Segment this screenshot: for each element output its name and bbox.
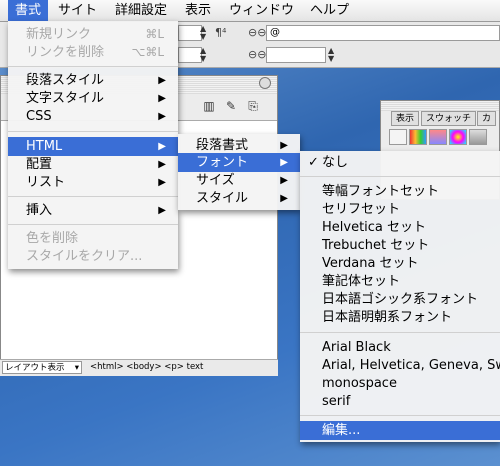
- menu-advanced[interactable]: 詳細設定: [108, 0, 174, 21]
- menu-help[interactable]: ヘルプ: [303, 0, 356, 21]
- menu-item-style[interactable]: スタイル ▶: [178, 189, 300, 208]
- panel-tab-swatch[interactable]: スウォッチ: [421, 111, 477, 126]
- menu-item-html[interactable]: HTML ▶: [8, 137, 178, 156]
- menu-divider: [300, 332, 500, 333]
- menu-item-font-option[interactable]: monospace: [300, 374, 500, 393]
- color-wheel-icon[interactable]: [449, 129, 467, 145]
- menu-item-font-option[interactable]: セリフセット: [300, 200, 500, 219]
- menu-item-font-option[interactable]: Arial, Helvetica, Geneva, Sw: [300, 356, 500, 375]
- menu-item-list[interactable]: リスト ▶: [8, 173, 178, 192]
- menu-item-font[interactable]: フォント ▶: [178, 153, 300, 172]
- menu-item-size[interactable]: サイズ ▶: [178, 171, 300, 190]
- chevron-right-icon: ▶: [280, 175, 288, 186]
- menu-divider: [8, 66, 178, 67]
- menu-divider: [300, 415, 500, 416]
- menu-item-font-option[interactable]: Helvetica セット: [300, 218, 500, 237]
- frame-icon[interactable]: ▥: [201, 98, 217, 114]
- menu-divider: [8, 131, 178, 132]
- menu-item-layout[interactable]: 配置 ▶: [8, 155, 178, 174]
- menu-site[interactable]: サイト: [51, 0, 104, 21]
- menu-item-new-link: 新規リンク ⌘L: [26, 27, 164, 42]
- checkmark-icon: ✓: [308, 155, 319, 170]
- menu-item-font-option[interactable]: Verdana セット: [300, 254, 500, 273]
- menu-item-font-option[interactable]: 等幅フォントセット: [300, 182, 500, 201]
- menu-divider: [300, 176, 500, 177]
- chevron-right-icon: ▶: [158, 75, 166, 86]
- target-icon[interactable]: ⊖⊖: [248, 48, 266, 61]
- chevron-right-icon: ▶: [158, 205, 166, 216]
- panel-tab-more[interactable]: カ: [477, 111, 497, 126]
- menu-item-font-option[interactable]: 日本語ゴシック系フォント: [300, 290, 500, 309]
- link-icon[interactable]: ⊖⊖: [248, 26, 266, 39]
- chevron-right-icon: ▶: [158, 177, 166, 188]
- menu-item-remove-link: リンクを削除 ⌥⌘L: [26, 45, 164, 60]
- panel-tab-view[interactable]: 表示: [391, 111, 420, 126]
- size-field[interactable]: [178, 25, 202, 41]
- menu-item-font-option[interactable]: Arial Black: [300, 338, 500, 357]
- document-statusbar: レイアウト表示 ▾ <html> <body> <p> text: [0, 359, 278, 376]
- tag-path[interactable]: <html> <body> <p> text: [90, 360, 203, 375]
- size-stepper[interactable]: ▲ ▼: [200, 25, 210, 41]
- menu-divider: [8, 196, 178, 197]
- menu-item-edit-fonts[interactable]: 編集...: [300, 421, 500, 440]
- font-submenu: ✓ なし 等幅フォントセット セリフセット Helvetica セット Treb…: [300, 151, 500, 442]
- preview-icon[interactable]: ✎: [223, 98, 239, 114]
- menu-view[interactable]: 表示: [178, 0, 218, 21]
- chevron-right-icon: ▶: [158, 111, 166, 122]
- chevron-right-icon: ▶: [158, 159, 166, 170]
- menu-item-font-option[interactable]: 日本語明朝系フォント: [300, 308, 500, 327]
- menu-item-clear-style: スタイルをクリア...: [26, 249, 143, 264]
- menu-item-font-option[interactable]: 筆記体セット: [300, 272, 500, 291]
- paragraph-icon[interactable]: ¶⁴: [215, 26, 226, 39]
- palette-icon[interactable]: [429, 129, 447, 145]
- color-field[interactable]: [178, 47, 202, 63]
- color-stepper[interactable]: ▲ ▼: [200, 47, 210, 63]
- menu-format[interactable]: 書式: [8, 0, 49, 21]
- menu-item-text-style[interactable]: 文字スタイル ▶: [8, 89, 178, 108]
- crayon-icon[interactable]: [469, 129, 487, 145]
- menu-divider: [8, 224, 178, 225]
- menu-item-insert[interactable]: 挿入 ▶: [8, 201, 178, 220]
- menu-bar: 書式 サイト 詳細設定 表示 ウィンドウ ヘルプ: [0, 0, 500, 22]
- zoom-button[interactable]: [259, 77, 271, 89]
- target-stepper[interactable]: ▲ ▼: [328, 47, 338, 63]
- target-field[interactable]: [266, 47, 326, 63]
- sync-icon[interactable]: ⎘: [245, 98, 261, 114]
- layout-view-label: レイアウト表示: [5, 363, 65, 373]
- chevron-right-icon: ▶: [158, 141, 166, 152]
- spectrum-icon[interactable]: [409, 129, 427, 145]
- menu-item-font-option[interactable]: serif: [300, 392, 500, 411]
- menu-item-font-option[interactable]: Trebuchet セット: [300, 236, 500, 255]
- chevron-right-icon: ▶: [280, 193, 288, 204]
- menu-item-paragraph-style[interactable]: 段落スタイル ▶: [8, 71, 178, 90]
- menu-item-css[interactable]: CSS ▶: [8, 107, 178, 126]
- menu-item-remove-color: 色を削除: [26, 231, 79, 246]
- link-field[interactable]: @: [266, 25, 500, 41]
- html-submenu: 段落書式 ▶ フォント ▶ サイズ ▶ スタイル ▶: [178, 134, 300, 210]
- menu-window[interactable]: ウィンドウ: [222, 0, 301, 21]
- chevron-right-icon: ▶: [280, 157, 288, 168]
- format-menu: 新規リンク ⌘L リンクを削除 ⌥⌘L 段落スタイル ▶ 文字スタイル ▶ CS…: [8, 21, 178, 269]
- grayscale-icon[interactable]: [389, 129, 407, 145]
- chevron-down-icon: ▾: [74, 363, 79, 373]
- panel-titlebar: [381, 101, 499, 111]
- menu-item-font-none[interactable]: ✓ なし: [300, 153, 500, 172]
- chevron-right-icon: ▶: [158, 93, 166, 104]
- layout-view-select[interactable]: レイアウト表示 ▾: [2, 361, 82, 374]
